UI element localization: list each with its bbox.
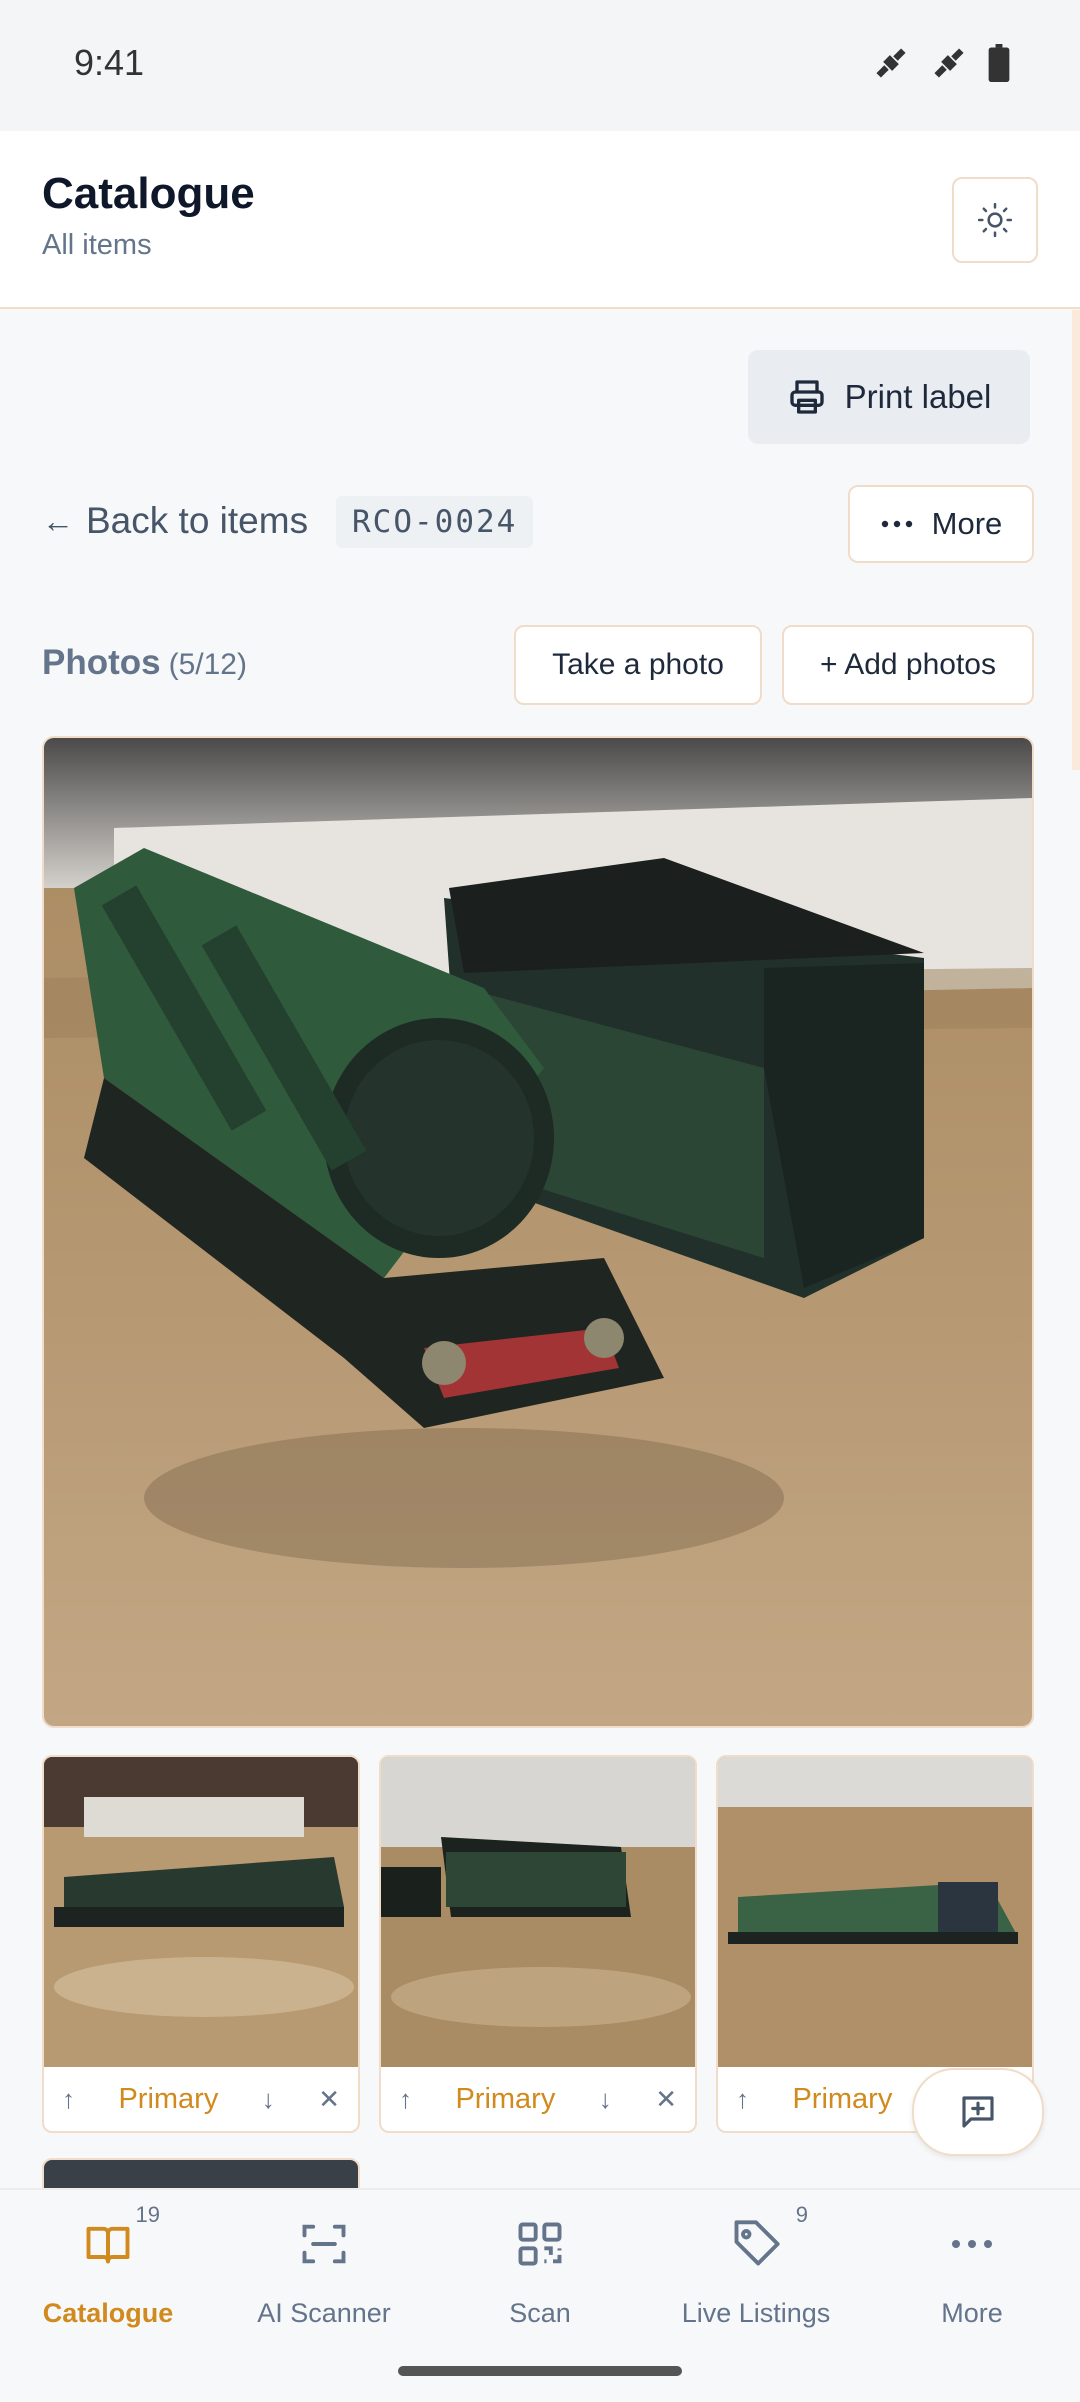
- status-bar: 9:41: [0, 0, 1080, 131]
- nav-label: Live Listings: [681, 2298, 831, 2328]
- add-photos-label: + Add photos: [820, 648, 996, 681]
- item-detail: Print label ← Back to items RCO-0024 Mor…: [0, 308, 1080, 2188]
- print-label-text: Print label: [844, 378, 992, 415]
- photo-thumbnail-4[interactable]: [42, 2158, 360, 2188]
- main-photo[interactable]: [42, 736, 1034, 1728]
- page-subtitle: All items: [42, 229, 152, 261]
- sun-icon: [977, 202, 1013, 238]
- close-icon[interactable]: ✕: [655, 2084, 677, 2115]
- move-down-icon[interactable]: ↓: [599, 2084, 612, 2115]
- nav-label: Catalogue: [42, 2298, 174, 2328]
- thumbnail-controls: ↑ Primary ↓ ✕: [44, 2067, 358, 2131]
- message-plus-icon: [962, 2096, 994, 2128]
- tag-icon: [734, 2220, 780, 2266]
- printer-icon: [789, 380, 824, 414]
- thumbnail-controls: ↑ Primary ↓ ✕: [381, 2067, 695, 2131]
- item-sku: RCO-0024: [336, 496, 534, 548]
- listings-badge: 9: [795, 2202, 808, 2227]
- app-header: Catalogue All items: [0, 131, 1080, 309]
- photos-label: Photos: [42, 643, 161, 682]
- feedback-button[interactable]: [912, 2068, 1044, 2156]
- take-photo-button[interactable]: Take a photo: [514, 625, 762, 705]
- move-down-icon[interactable]: ↓: [262, 2084, 275, 2115]
- home-indicator[interactable]: [398, 2366, 682, 2376]
- take-photo-label: Take a photo: [552, 648, 724, 681]
- move-up-icon[interactable]: ↑: [62, 2084, 75, 2115]
- scan-frame-icon: [302, 2224, 346, 2264]
- thumbnail-image: [718, 1757, 1032, 2067]
- photo-thumbnail-2[interactable]: ↑ Primary ↓ ✕: [379, 1755, 697, 2133]
- nav-ai-scanner[interactable]: AI Scanner: [216, 2212, 432, 2329]
- catalogue-badge: 19: [135, 2202, 160, 2227]
- set-primary-button[interactable]: Primary: [118, 2083, 218, 2116]
- thumbnail-image: [381, 1757, 695, 2067]
- nav-label: More: [941, 2298, 1003, 2328]
- nav-label: AI Scanner: [257, 2298, 391, 2328]
- more-horizontal-icon: [952, 2240, 992, 2248]
- satellite-icon: [934, 48, 964, 78]
- move-up-icon[interactable]: ↑: [399, 2084, 412, 2115]
- theme-toggle-button[interactable]: [952, 177, 1038, 263]
- photo-thumbnail-1[interactable]: ↑ Primary ↓ ✕: [42, 1755, 360, 2133]
- thumbnail-image: [44, 1757, 358, 2067]
- back-label: Back to items: [86, 500, 309, 541]
- add-photos-button[interactable]: + Add photos: [782, 625, 1034, 705]
- move-up-icon[interactable]: ↑: [736, 2084, 749, 2115]
- battery-icon: [988, 44, 1010, 82]
- set-primary-button[interactable]: Primary: [792, 2083, 892, 2116]
- locomotive-photo: [44, 738, 1032, 1726]
- more-button[interactable]: More: [848, 485, 1034, 563]
- nav-more[interactable]: More: [864, 2212, 1080, 2329]
- arrow-left-icon: ←: [42, 502, 74, 539]
- back-to-items-link[interactable]: ← Back to items: [42, 500, 308, 542]
- print-label-button[interactable]: Print label: [748, 350, 1030, 444]
- more-label: More: [931, 506, 1003, 541]
- qr-code-icon: [518, 2222, 562, 2266]
- status-time: 9:41: [74, 42, 145, 83]
- nav-label: Scan: [509, 2298, 571, 2328]
- book-icon: [86, 2226, 130, 2264]
- set-primary-button[interactable]: Primary: [455, 2083, 555, 2116]
- nav-scan[interactable]: Scan: [432, 2212, 648, 2329]
- ellipsis-icon: [881, 520, 912, 528]
- page-title: Catalogue: [42, 169, 255, 218]
- status-icons: [872, 44, 1010, 82]
- photos-count: (5/12): [168, 648, 247, 681]
- nav-live-listings[interactable]: 9 Live Listings: [648, 2202, 864, 2329]
- photos-heading: Photos (5/12): [42, 643, 247, 683]
- nav-catalogue[interactable]: 19 Catalogue: [0, 2202, 216, 2329]
- close-icon[interactable]: ✕: [318, 2084, 340, 2115]
- satellite-icon: [876, 48, 906, 78]
